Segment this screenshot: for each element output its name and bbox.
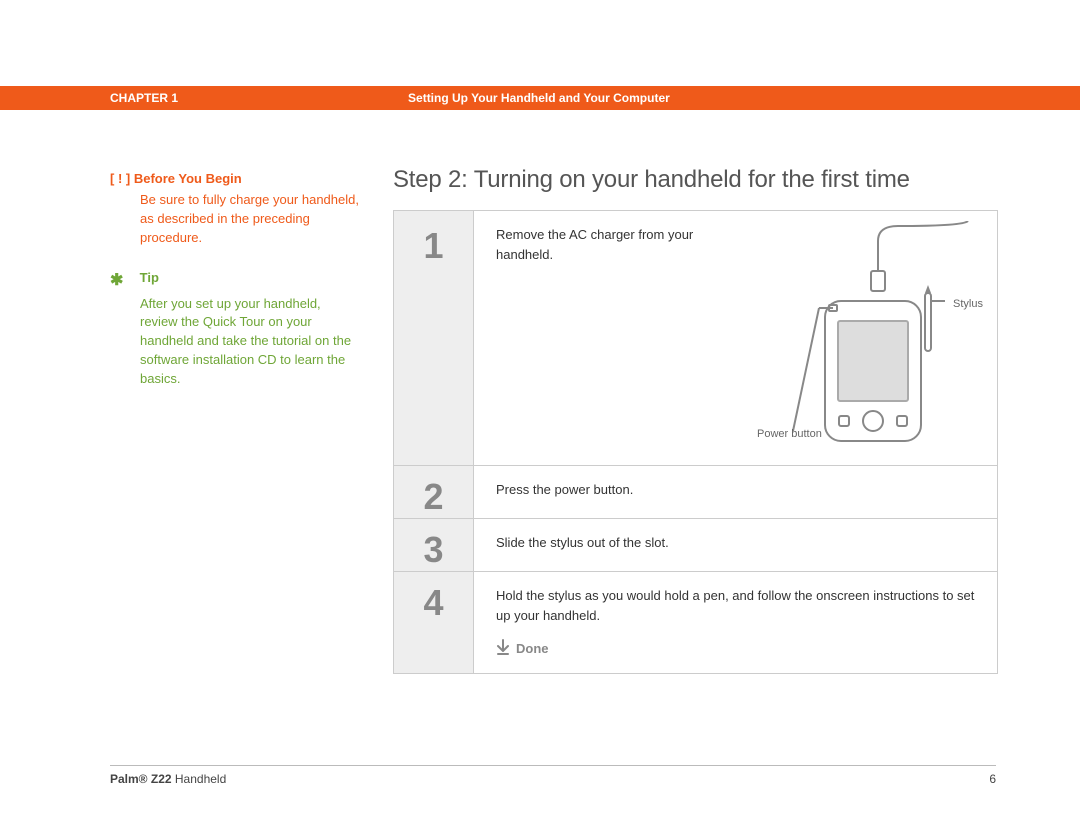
tip-body: After you set up your handheld, review t… [140, 295, 360, 389]
tip-title: Tip [140, 270, 159, 285]
before-body: Be sure to fully charge your handheld, a… [140, 191, 360, 248]
table-row: 4 Hold the stylus as you would hold a pe… [394, 572, 997, 673]
alert-marker-icon: [ ! ] [110, 171, 130, 186]
main-content: Step 2: Turning on your handheld for the… [393, 166, 998, 674]
page-footer: Palm® Z22 Handheld 6 [110, 765, 996, 786]
header-bar: CHAPTER 1 Setting Up Your Handheld and Y… [0, 86, 1080, 110]
tip-block: ✱ Tip After you set up your handheld, re… [110, 269, 360, 388]
step-number: 2 [394, 466, 474, 518]
page-number: 6 [989, 772, 996, 786]
handheld-illustration: Stylus Power button [783, 221, 983, 451]
product-name-bold: Palm® Z22 [110, 772, 172, 786]
step-text: Hold the stylus as you would hold a pen,… [496, 586, 979, 625]
before-you-begin-block: [ ! ] Before You Begin Be sure to fully … [110, 170, 360, 247]
product-name: Palm® Z22 Handheld [110, 772, 226, 786]
table-row: 3 Slide the stylus out of the slot. [394, 519, 997, 572]
step-number: 4 [394, 572, 474, 673]
step-body: Remove the AC charger from your handheld… [474, 211, 997, 465]
table-row: 1 Remove the AC charger from your handhe… [394, 211, 997, 466]
power-button-label: Power button [757, 426, 822, 443]
page-title: Step 2: Turning on your handheld for the… [393, 166, 998, 194]
steps-table: 1 Remove the AC charger from your handhe… [393, 210, 998, 674]
done-label: Done [516, 639, 549, 659]
chapter-label: CHAPTER 1 [110, 91, 178, 105]
section-title: Setting Up Your Handheld and Your Comput… [408, 91, 670, 105]
step-text: Remove the AC charger from your handheld… [496, 225, 696, 264]
stylus-label: Stylus [953, 296, 983, 313]
step-text: Slide the stylus out of the slot. [474, 519, 997, 571]
sidebar: [ ! ] Before You Begin Be sure to fully … [110, 170, 360, 389]
product-name-rest: Handheld [172, 772, 227, 786]
handheld-svg-icon [783, 221, 983, 451]
done-indicator: Done [496, 639, 979, 659]
down-arrow-icon [496, 639, 510, 658]
before-title: Before You Begin [134, 171, 242, 186]
step-number: 1 [394, 211, 474, 465]
step-body: Hold the stylus as you would hold a pen,… [474, 572, 997, 673]
step-number: 3 [394, 519, 474, 571]
asterisk-icon: ✱ [110, 269, 136, 292]
table-row: 2 Press the power button. [394, 466, 997, 519]
step-text: Press the power button. [474, 466, 997, 518]
